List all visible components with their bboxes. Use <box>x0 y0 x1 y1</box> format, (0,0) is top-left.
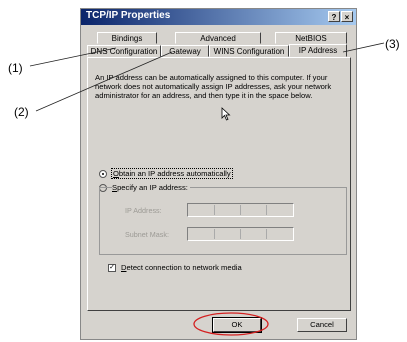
subnet-mask-label: Subnet Mask: <box>125 230 169 239</box>
help-button[interactable]: ? <box>328 11 340 22</box>
cancel-button[interactable]: Cancel <box>297 318 347 332</box>
tab-dns-configuration[interactable]: DNS Configuration <box>87 45 161 57</box>
callout-1: (1) <box>8 61 23 75</box>
specify-ip-group <box>99 187 347 255</box>
obtain-ip-auto-radio[interactable] <box>99 170 107 178</box>
tab-netbios[interactable]: NetBIOS <box>275 32 347 44</box>
specify-ip-label[interactable]: Specify an IP address: <box>112 183 190 192</box>
ip-address-input[interactable] <box>187 203 294 217</box>
callout-2: (2) <box>14 105 29 119</box>
window-title: TCP/IP Properties <box>86 10 171 21</box>
ip-description: An IP address can be automatically assig… <box>95 73 332 100</box>
title-bar: TCP/IP Properties ? × <box>81 9 356 25</box>
tab-gateway[interactable]: Gateway <box>161 45 209 57</box>
ip-address-label: IP Address: <box>125 206 162 215</box>
tab-advanced[interactable]: Advanced <box>175 32 261 44</box>
callout-3: (3) <box>385 37 400 51</box>
tab-row-front: DNS Configuration Gateway WINS Configura… <box>87 44 349 57</box>
tab-ip-address[interactable]: IP Address <box>289 44 347 57</box>
detect-media-label[interactable]: Detect connection to network media <box>121 263 242 272</box>
tab-bindings[interactable]: Bindings <box>97 32 157 44</box>
tab-row-back: Bindings Advanced NetBIOS <box>87 32 349 44</box>
detect-media-checkbox[interactable]: ✓ <box>108 264 116 272</box>
obtain-ip-auto-label[interactable]: Obtain an IP address automatically <box>111 168 233 179</box>
tab-wins-configuration[interactable]: WINS Configuration <box>209 45 289 57</box>
close-button[interactable]: × <box>341 11 353 22</box>
subnet-mask-input[interactable] <box>187 227 294 241</box>
tcpip-properties-dialog: TCP/IP Properties ? × Bindings Advanced … <box>80 8 357 340</box>
mouse-cursor-icon <box>221 107 231 121</box>
ok-button[interactable]: OK <box>212 317 262 333</box>
